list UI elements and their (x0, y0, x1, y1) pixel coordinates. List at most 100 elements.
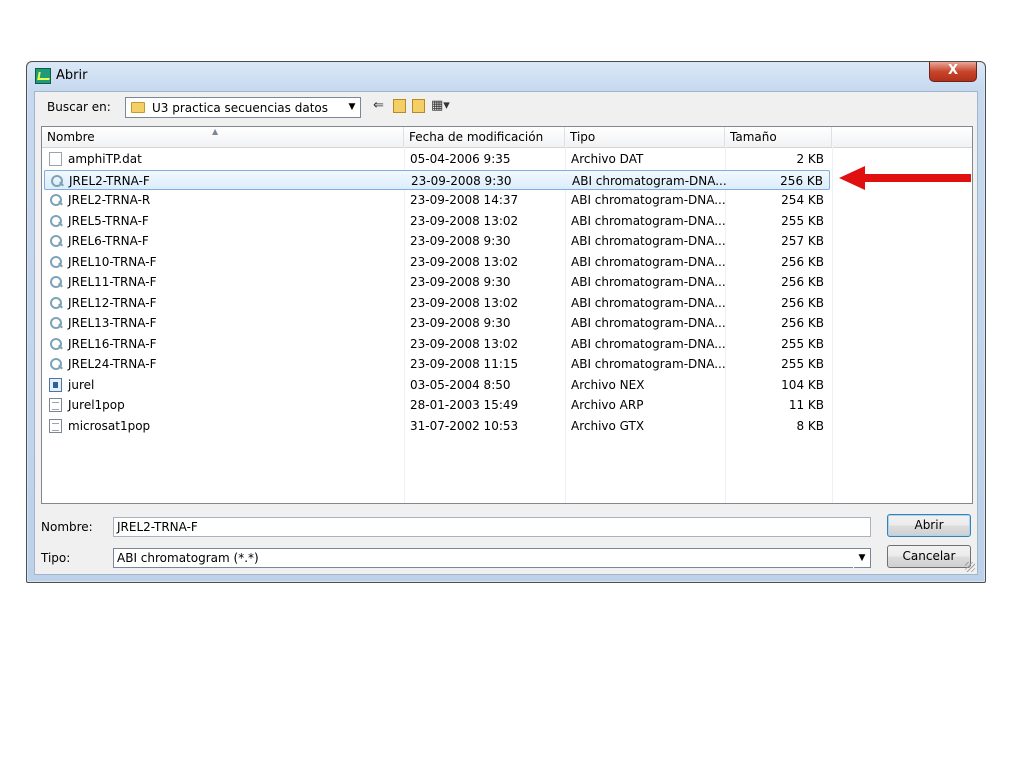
file-type: ABI chromatogram-DNA... (571, 193, 726, 207)
window-title: Abrir (56, 68, 88, 83)
file-type: ABI chromatogram-DNA... (571, 357, 726, 371)
file-list[interactable]: Nombre ▲ Fecha de modificación Tipo Tama… (41, 126, 973, 504)
nex-file-icon (49, 377, 62, 392)
file-modified: 23-09-2008 9:30 (411, 173, 512, 188)
file-size: 104 KB (781, 377, 824, 392)
file-size: 255 KB (781, 213, 824, 228)
file-modified: 23-09-2008 14:37 (410, 193, 519, 207)
filetype-dropdown[interactable]: ABI chromatogram (*.*) ▼ (113, 548, 871, 568)
file-size: 255 KB (781, 336, 824, 351)
name-label: Nombre: (41, 520, 93, 534)
resize-grip-icon[interactable] (965, 562, 975, 572)
file-modified: 23-09-2008 13:02 (410, 295, 519, 310)
column-header-size[interactable]: Tamaño (725, 127, 832, 147)
file-name: JREL24-TRNA-F (68, 357, 157, 371)
file-name: JREL10-TRNA-F (68, 254, 157, 269)
filename-input[interactable]: JREL2-TRNA-F (113, 517, 871, 537)
file-modified: 23-09-2008 9:30 (410, 316, 511, 330)
file-name: JREL2-TRNA-F (69, 173, 150, 188)
file-size: 256 KB (781, 316, 824, 330)
type-label: Tipo: (41, 551, 71, 565)
chromatogram-file-icon (49, 357, 62, 371)
file-modified: 05-04-2006 9:35 (410, 152, 511, 166)
sort-ascending-icon: ▲ (212, 127, 219, 136)
document-icon (49, 398, 62, 412)
file-row[interactable]: jurel 03-05-2004 8:50 Archivo NEX 104 KB (44, 375, 830, 395)
chromatogram-file-icon (49, 337, 62, 351)
file-type: ABI chromatogram-DNA... (571, 295, 726, 310)
file-row[interactable]: JREL24-TRNA-F 23-09-2008 11:15 ABI chromat… (44, 354, 830, 374)
file-type: Archivo DAT (571, 152, 644, 166)
column-header-name-label: Nombre (47, 130, 95, 144)
file-size: 256 KB (781, 275, 824, 289)
file-modified: 31-07-2002 10:53 (410, 418, 519, 433)
column-divider (832, 147, 833, 503)
file-modified: 23-09-2008 13:02 (410, 336, 519, 351)
file-row[interactable]: JREL5-TRNA-F 23-09-2008 13:02 ABI chromato… (44, 211, 830, 231)
column-header-name[interactable]: Nombre ▲ (42, 127, 404, 147)
file-name: microsat1pop (68, 418, 151, 433)
chromatogram-file-icon (50, 174, 63, 188)
file-name: JREL6-TRNA-F (68, 234, 149, 248)
file-name: amphiTP.dat (68, 152, 142, 166)
chevron-down-icon[interactable]: ▼ (853, 549, 870, 568)
folder-icon (131, 102, 145, 113)
file-row[interactable]: JREL12-TRNA-F 23-09-2008 13:02 ABI chromat… (44, 293, 830, 313)
file-type: Archivo ARP (571, 398, 644, 412)
close-button[interactable]: X (929, 62, 977, 82)
file-row[interactable]: JREL16-TRNA-F 23-09-2008 13:02 ABI chromat… (44, 334, 830, 354)
file-size: 257 KB (781, 234, 824, 248)
chromatogram-file-icon (49, 214, 62, 228)
file-modified: 23-09-2008 13:02 (410, 254, 519, 269)
list-header: Nombre ▲ Fecha de modificación Tipo Tama… (42, 127, 972, 148)
file-size: 254 KB (781, 193, 824, 207)
back-arrow-icon[interactable]: ⇐ (373, 99, 384, 113)
file-size: 255 KB (781, 357, 824, 371)
file-row[interactable]: amphiTP.dat 05-04-2006 9:35 Archivo DAT 2 K… (44, 149, 830, 169)
file-row[interactable]: JREL2-TRNA-F 23-09-2008 9:30 ABI chromatog… (44, 169, 830, 190)
file-row[interactable]: JREL13-TRNA-F 23-09-2008 9:30 ABI chromato… (44, 313, 830, 333)
cancel-button[interactable]: Cancelar (887, 545, 971, 568)
lookin-value: U3 practica secuencias datos (152, 101, 328, 115)
lookin-dropdown[interactable]: U3 practica secuencias datos ▼ (125, 97, 361, 118)
file-type: ABI chromatogram-DNA... (572, 173, 727, 188)
file-modified: 23-09-2008 9:30 (410, 234, 511, 248)
title-bar[interactable]: Abrir X (27, 62, 985, 90)
file-size: 256 KB (780, 173, 823, 188)
app-icon (35, 68, 51, 84)
new-folder-icon[interactable] (412, 99, 425, 113)
red-arrow-annotation-icon (839, 166, 971, 190)
file-row[interactable]: JREL10-TRNA-F 23-09-2008 13:02 ABI chromat… (44, 252, 830, 272)
file-type: Archivo NEX (571, 377, 645, 392)
chevron-down-icon[interactable]: ▼ (343, 98, 360, 117)
filetype-value: ABI chromatogram (*.*) (117, 551, 259, 565)
document-icon (49, 418, 62, 433)
up-folder-icon[interactable] (393, 99, 406, 113)
file-name: JREL2-TRNA-R (68, 193, 151, 207)
file-type: ABI chromatogram-DNA... (571, 336, 726, 351)
dialog-client: Buscar en: U3 practica secuencias datos … (34, 91, 978, 575)
file-row[interactable]: JREL2-TRNA-R 23-09-2008 14:37 ABI chromato… (44, 190, 830, 210)
file-size: 256 KB (781, 254, 824, 269)
file-row[interactable]: JREL11-TRNA-F 23-09-2008 9:30 ABI chromato… (44, 272, 830, 292)
chromatogram-file-icon (49, 275, 62, 289)
column-header-type[interactable]: Tipo (565, 127, 725, 147)
file-size: 2 KB (796, 152, 824, 166)
file-row[interactable]: JREL6-TRNA-F 23-09-2008 9:30 ABI chromatog… (44, 231, 830, 251)
file-row[interactable]: Jurel1pop 28-01-2003 15:49 Archivo ARP 11 K… (44, 395, 830, 415)
file-modified: 23-09-2008 9:30 (410, 275, 511, 289)
chromatogram-file-icon (49, 316, 62, 330)
file-name: jurel (68, 377, 95, 392)
file-name: JREL5-TRNA-F (68, 213, 149, 228)
file-name: JREL11-TRNA-F (68, 275, 157, 289)
file-type: ABI chromatogram-DNA... (571, 275, 726, 289)
view-menu-icon[interactable]: ▦▾ (431, 99, 451, 113)
file-size: 8 KB (796, 418, 824, 433)
file-row[interactable]: microsat1pop 31-07-2002 10:53 Archivo GTX 8… (44, 416, 830, 436)
file-type: ABI chromatogram-DNA... (571, 234, 726, 248)
file-modified: 28-01-2003 15:49 (410, 398, 519, 412)
chromatogram-file-icon (49, 234, 62, 248)
open-button[interactable]: Abrir (887, 514, 971, 537)
column-header-modified[interactable]: Fecha de modificación (404, 127, 565, 147)
file-type: ABI chromatogram-DNA... (571, 254, 726, 269)
